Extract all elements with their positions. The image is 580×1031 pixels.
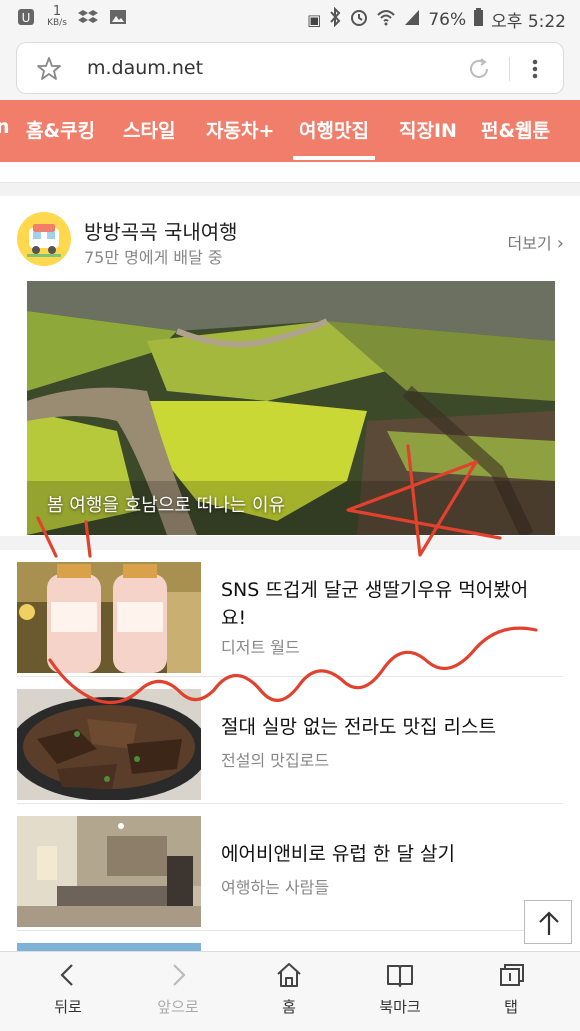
article-item[interactable]: SNS 뜨겁게 달군 생딸기우유 먹어봤어요! 디저트 월드 <box>0 550 580 677</box>
more-menu-icon[interactable] <box>525 55 545 83</box>
article-thumbnail <box>17 689 201 800</box>
chevron-right-icon <box>173 964 186 986</box>
dropbox-icon <box>78 7 98 27</box>
home-button[interactable]: 홈 <box>239 960 339 1017</box>
chevron-left-icon <box>60 964 73 986</box>
channel-card: 방방곡곡 국내여행 75만 명에게 배달 중 더보기 › 봄 여행을 호남으로 … <box>0 196 580 536</box>
section-divider <box>0 536 580 550</box>
article-title[interactable]: 절대 실망 없는 전라도 맛집 리스트 <box>221 713 551 741</box>
more-link[interactable]: 더보기 › <box>508 230 564 254</box>
category-tab-home-cooking[interactable]: 홈&쿠킹 <box>26 116 95 143</box>
app-notification-icon: U <box>16 7 36 27</box>
category-tab-style[interactable]: 스타일 <box>123 116 175 143</box>
bookmark-star-icon[interactable] <box>35 55 63 83</box>
channel-title[interactable]: 방방곡곡 국내여행 <box>84 216 238 245</box>
category-nav: n 홈&쿠킹 스타일 자동차+ 여행맛집 직장IN 펀&웹툰 <box>0 100 580 162</box>
back-button[interactable]: 뒤로 <box>18 960 118 1017</box>
browser-toolbar: m.daum.net <box>0 36 580 100</box>
article-item-partial[interactable] <box>0 931 580 963</box>
url-divider <box>509 57 510 81</box>
svg-text:U: U <box>22 11 31 25</box>
hero-image[interactable]: 봄 여행을 호남으로 떠나는 이유 <box>27 281 555 535</box>
forward-button[interactable]: 앞으로 <box>128 960 228 1017</box>
article-title[interactable]: SNS 뜨겁게 달군 생딸기우유 먹어봤어요! <box>221 576 551 632</box>
tabs-button[interactable]: 탭 <box>461 960 561 1017</box>
signal-icon <box>403 7 421 32</box>
network-speed: 1 KB/s <box>46 4 68 28</box>
battery-percent: 76% <box>428 9 467 30</box>
article-source: 여행하는 사람들 <box>221 878 330 897</box>
article-source: 전설의 맛집로드 <box>221 751 330 770</box>
category-tab-office[interactable]: 직장IN <box>399 116 457 143</box>
battery-icon <box>473 7 484 32</box>
back-label: 뒤로 <box>54 998 82 1016</box>
alarm-icon <box>349 7 369 32</box>
channel-subtitle: 75만 명에게 배달 중 <box>84 248 223 267</box>
status-bar: U 1 KB/s ▣ 76% 오후 5:22 <box>0 0 580 36</box>
article-source: 디저트 월드 <box>221 638 300 657</box>
hero-caption: 봄 여행을 호남으로 떠나는 이유 <box>47 495 286 516</box>
article-thumbnail <box>17 562 201 673</box>
article-item[interactable]: 절대 실망 없는 전라도 맛집 리스트 전설의 맛집로드 <box>0 677 580 804</box>
bookmark-label: 북마크 <box>379 998 421 1016</box>
scroll-top-button[interactable] <box>524 900 572 944</box>
clock-time: 오후 5:22 <box>491 12 566 32</box>
home-icon <box>277 963 301 987</box>
article-item[interactable]: 에어비앤비로 유럽 한 달 살기 여행하는 사람들 <box>0 804 580 931</box>
section-divider <box>0 182 580 196</box>
more-label: 더보기 <box>507 234 552 253</box>
net-speed-unit: KB/s <box>47 18 67 28</box>
chevron-right-icon: › <box>556 233 564 254</box>
category-tab-travel-food[interactable]: 여행맛집 <box>293 116 375 160</box>
gallery-icon <box>108 7 128 27</box>
book-icon <box>387 965 413 987</box>
tabs-icon <box>500 964 524 986</box>
category-tab-partial[interactable]: n <box>0 116 10 138</box>
bluetooth-icon <box>328 6 342 32</box>
url-text[interactable]: m.daum.net <box>87 57 203 79</box>
net-speed-value: 1 <box>52 4 62 19</box>
article-thumbnail <box>17 816 201 927</box>
arrow-up-icon <box>539 911 559 935</box>
vibrate-icon: ▣ <box>307 10 322 29</box>
article-title[interactable]: 에어비앤비로 유럽 한 달 살기 <box>221 840 551 868</box>
wifi-icon <box>376 7 396 32</box>
category-tab-auto[interactable]: 자동차+ <box>206 116 274 143</box>
home-label: 홈 <box>282 998 296 1016</box>
tabs-label: 탭 <box>504 998 518 1016</box>
bookmark-button[interactable]: 북마크 <box>350 960 450 1017</box>
bottom-toolbar: 뒤로 앞으로 홈 북마크 탭 <box>0 951 580 1031</box>
channel-avatar[interactable] <box>17 212 71 266</box>
reload-icon[interactable] <box>465 55 493 83</box>
forward-label: 앞으로 <box>157 998 199 1016</box>
address-bar[interactable]: m.daum.net <box>16 42 564 94</box>
category-tab-fun-webtoon[interactable]: 펀&웹툰 <box>481 116 550 143</box>
